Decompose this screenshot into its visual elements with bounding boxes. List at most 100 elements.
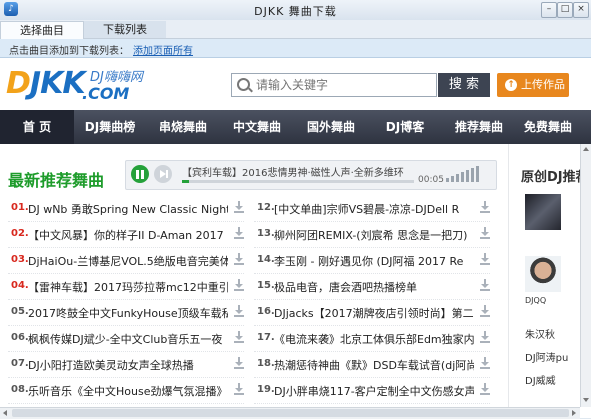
search-button[interactable]: 搜 索 [438,73,490,97]
download-icon[interactable] [480,331,490,343]
track-name[interactable]: 柳州阿团REMIX-(刘宸希 思念是一把刀) [274,227,474,243]
nav-chinese[interactable]: 中文舞曲 [220,110,294,144]
track-name[interactable]: 2017咚鼓全中文FunkyHouse顶级车载私货 [28,305,228,321]
track-name[interactable]: 【雷神车载】2017玛莎拉蒂mc12中重引擎 [28,279,228,295]
site-logo[interactable]: DJKK DJ嗨嗨网 .COM [6,64,166,108]
tab-strip: 选择曲目 下载列表 [0,20,591,39]
download-icon[interactable] [234,279,244,291]
list-item[interactable]: 06. 枫枫传媒DJ斌少-全中文Club音乐五一夜 [8,325,244,352]
track-name[interactable]: 《电流来袭》北京工体俱乐部Edm独家内 [274,331,474,347]
logo-mark: DJKK [6,66,86,101]
nav-foreign[interactable]: 国外舞曲 [294,110,368,144]
list-item[interactable]: 19. DJ小胖串烧117-客户定制全中文伤感女声 [254,377,490,404]
track-name[interactable]: 乐听音乐《全中文House劲爆气氛混播》 [28,383,228,399]
download-icon[interactable] [234,305,244,317]
search-input[interactable] [254,76,434,94]
rank-number: 19. [257,384,275,395]
scroll-thumb[interactable] [12,409,569,417]
rank-number: 06. [11,332,29,343]
rank-number: 12. [257,202,275,213]
scroll-right-icon[interactable] [572,410,576,416]
pause-icon[interactable] [131,165,149,183]
list-item[interactable]: 02. 【中文风暴】你的样子II D-Aman 2017 [8,221,244,248]
list-item[interactable]: 07. DJ小阳打造欧美灵动女声全球热播 [8,351,244,378]
nav-medley[interactable]: 串烧舞曲 [146,110,220,144]
now-playing-title: 【宾利车载】2016悲情男神·磁性人声·全新多维环 [182,168,404,179]
list-item[interactable]: 04. 【雷神车载】2017玛莎拉蒂mc12中重引擎 [8,273,244,300]
nav-free[interactable]: 免费舞曲 [516,110,580,144]
tab-select-tracks[interactable]: 选择曲目 [0,21,84,39]
download-icon[interactable] [234,227,244,239]
scroll-left-icon[interactable] [3,410,7,416]
play-time: 00:05 [418,175,444,185]
track-name[interactable]: DJjacks【2017潮牌夜店引领时尚】第二 [274,305,474,321]
dj-avatar[interactable] [525,256,561,292]
track-name[interactable]: 李玉刚 - 刚好遇见你 (DJ阿福 2017 Re [274,253,474,269]
track-name[interactable]: 枫枫传媒DJ斌少-全中文Club音乐五一夜 [28,331,228,347]
nav-home[interactable]: 首 页 [0,110,74,144]
dj-name[interactable]: DJ阿涛pu [525,349,568,364]
list-item[interactable]: 05. 2017咚鼓全中文FunkyHouse顶级车载私货 [8,299,244,326]
download-icon[interactable] [480,279,490,291]
site-header: DJKK DJ嗨嗨网 .COM 搜 索 ↑ 上传作品 [0,58,591,110]
track-name[interactable]: DJ小阳打造欧美灵动女声全球热播 [28,357,228,373]
track-name[interactable]: DjHaiOu-兰博基尼VOL.5绝版电音完美体 [28,253,228,269]
dj-name[interactable]: DJ威威 [525,372,556,387]
nav-dj-blog[interactable]: DJ博客 [368,110,442,144]
maximize-button[interactable]: □ [557,2,573,18]
info-text: 点击曲目添加到下载列表： [9,46,129,57]
progress-bar[interactable] [182,180,414,183]
list-item[interactable]: 14. 李玉刚 - 刚好遇见你 (DJ阿福 2017 Re [254,247,490,274]
track-name[interactable]: DJ wNb 勇敢Spring New Classic Night [28,201,228,217]
close-button[interactable]: × [573,2,589,18]
rank-number: 08. [11,384,29,395]
list-item[interactable]: 03. DjHaiOu-兰博基尼VOL.5绝版电音完美体 [8,247,244,274]
download-icon[interactable] [480,253,490,265]
download-icon[interactable] [480,357,490,369]
logo-domain: .COM [82,84,130,103]
list-item[interactable]: 16. DJjacks【2017潮牌夜店引领时尚】第二 [254,299,490,326]
section-title: 最新推荐舞曲 [8,171,105,190]
volume-icon[interactable] [446,166,490,182]
tab-download-list[interactable]: 下载列表 [84,21,166,38]
search-box[interactable] [231,73,437,97]
minimize-button[interactable]: – [541,2,557,18]
list-item[interactable]: 15. 极品电音，唐会酒吧热播榜单 [254,273,490,300]
horizontal-scrollbar[interactable] [0,407,580,419]
download-icon[interactable] [234,357,244,369]
add-all-link[interactable]: 添加页面所有 [133,42,193,57]
nav-recommended[interactable]: 推荐舞曲 [442,110,516,144]
vertical-scrollbar[interactable] [580,144,591,407]
dj-name[interactable]: 朱汉秋 [525,326,555,341]
rank-number: 05. [11,306,29,317]
list-item[interactable]: 17. 《电流来袭》北京工体俱乐部Edm独家内 [254,325,490,352]
rank-number: 02. [11,228,29,239]
list-item[interactable]: 01. DJ wNb 勇敢Spring New Classic Night [8,195,244,222]
window-title: DJKK 舞曲下载 [254,5,337,18]
rank-number: 15. [257,280,275,291]
download-icon[interactable] [234,331,244,343]
download-icon[interactable] [234,253,244,265]
list-item[interactable]: 18. 热潮惩待神曲《默》DSD车载试音(dj阿尚 [254,351,490,378]
upload-button[interactable]: ↑ 上传作品 [497,73,569,97]
list-item[interactable]: 12. [中文单曲]宗师VS碧晨-凉凉-DJDell R [254,195,490,222]
download-icon[interactable] [480,383,490,395]
download-icon[interactable] [234,383,244,395]
list-item[interactable]: 08. 乐听音乐《全中文House劲爆气氛混播》 [8,377,244,404]
track-name[interactable]: DJ小胖串烧117-客户定制全中文伤感女声 [274,383,474,399]
track-name[interactable]: 【中文风暴】你的样子II D-Aman 2017 [28,227,228,243]
download-icon[interactable] [480,201,490,213]
track-name[interactable]: [中文单曲]宗师VS碧晨-凉凉-DJDell R [274,201,474,217]
track-name[interactable]: 极品电音，唐会酒吧热播榜单 [274,279,474,295]
download-icon[interactable] [480,305,490,317]
scroll-up-icon[interactable] [583,147,589,151]
list-item[interactable]: 13. 柳州阿团REMIX-(刘宸希 思念是一把刀) [254,221,490,248]
download-icon[interactable] [480,227,490,239]
dj-name[interactable]: DJQQ [525,296,546,305]
download-icon[interactable] [234,201,244,213]
track-name[interactable]: 热潮惩待神曲《默》DSD车载试音(dj阿尚 [274,357,474,373]
dj-avatar[interactable] [525,194,561,230]
next-icon[interactable] [154,165,172,183]
scroll-down-icon[interactable] [583,398,589,402]
nav-dj-chart[interactable]: DJ舞曲榜 [74,110,146,144]
